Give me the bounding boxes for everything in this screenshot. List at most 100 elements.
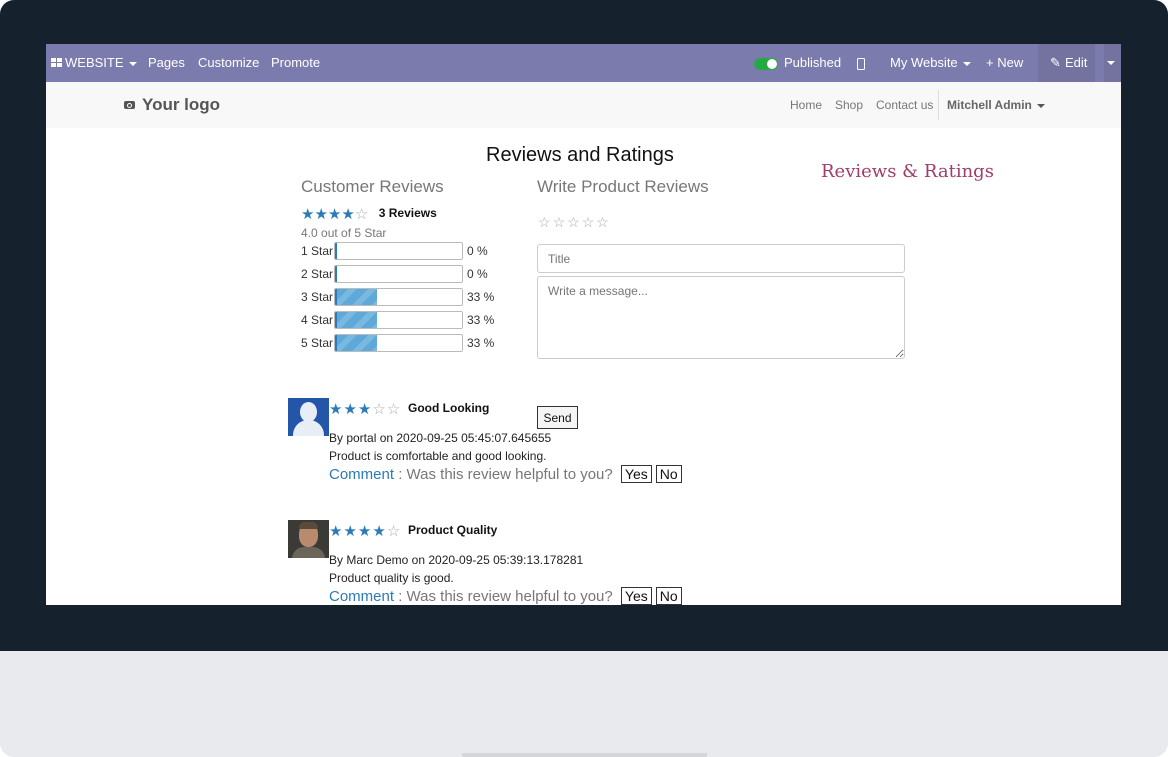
edit-pencil-icon: ✎ bbox=[1050, 55, 1061, 70]
published-label: Published bbox=[784, 55, 842, 70]
user-menu[interactable]: Mitchell Admin bbox=[947, 82, 1045, 128]
star-empty-icon[interactable]: ☆ bbox=[538, 215, 551, 230]
progress-fill bbox=[335, 243, 337, 259]
star-filled-icon: ★ bbox=[314, 206, 328, 223]
star-filled-icon: ★ bbox=[329, 523, 343, 540]
new-button[interactable]: + New bbox=[986, 44, 1023, 82]
logo-text: Your logo bbox=[142, 95, 221, 114]
customize-menu[interactable]: Customize bbox=[198, 44, 259, 82]
site-header: Your logo Home Shop Contact us Mitchell … bbox=[46, 82, 1121, 129]
star-filled-icon: ★ bbox=[357, 523, 372, 540]
avatar-hair bbox=[299, 522, 318, 529]
comment-link[interactable]: Comment bbox=[329, 588, 394, 605]
star-filled-icon: ★ bbox=[357, 401, 372, 418]
stand-shadow bbox=[462, 753, 707, 757]
monitor-stand bbox=[0, 651, 1168, 757]
star-filled-icon: ★ bbox=[301, 206, 315, 223]
reviewer-avatar bbox=[288, 398, 329, 436]
edit-dropdown-button[interactable] bbox=[1104, 44, 1121, 82]
star-empty-icon: ☆ bbox=[372, 401, 386, 418]
website-menu[interactable]: WEBSITE bbox=[51, 44, 137, 82]
my-website-menu[interactable]: My Website bbox=[890, 44, 971, 82]
star-empty-icon[interactable]: ☆ bbox=[596, 215, 609, 230]
nav-home[interactable]: Home bbox=[790, 82, 822, 128]
helpful-question: : Was this review helpful to you? bbox=[398, 588, 613, 605]
review-byline: By portal on 2020-09-25 05:45:07.645655 bbox=[329, 431, 552, 445]
star-filled-icon: ★ bbox=[343, 401, 357, 418]
review-byline: By Marc Demo on 2020-09-25 05:39:13.1782… bbox=[329, 553, 584, 567]
star-filled-icon: ★ bbox=[327, 206, 342, 223]
rating-progress-bar bbox=[334, 288, 463, 306]
website-label: WEBSITE bbox=[65, 55, 124, 70]
toggle-switch-icon bbox=[754, 57, 778, 70]
user-name: Mitchell Admin bbox=[947, 98, 1032, 112]
avatar-body bbox=[293, 420, 324, 436]
admin-bar: WEBSITE Pages Customize Promote Publishe… bbox=[46, 44, 1121, 82]
helpful-no-button[interactable]: No bbox=[655, 465, 682, 483]
customer-reviews-heading: Customer Reviews bbox=[301, 177, 444, 196]
page-title: Reviews and Ratings bbox=[486, 144, 674, 166]
star-level-label: 1 Star bbox=[301, 244, 334, 258]
mobile-preview-button[interactable] bbox=[857, 44, 865, 82]
promote-menu[interactable]: Promote bbox=[271, 44, 320, 82]
my-website-label: My Website bbox=[890, 55, 958, 70]
edit-button[interactable]: ✎ Edit bbox=[1038, 44, 1095, 82]
review-feedback: Comment : Was this review helpful to you… bbox=[329, 587, 682, 605]
comment-link[interactable]: Comment bbox=[329, 466, 394, 483]
rating-percent: 33 % bbox=[467, 290, 495, 304]
star-empty-icon[interactable]: ☆ bbox=[553, 215, 566, 230]
nav-divider bbox=[938, 90, 939, 120]
rating-summary: 4.0 out of 5 Star bbox=[301, 226, 387, 240]
pages-menu[interactable]: Pages bbox=[148, 44, 185, 82]
published-toggle[interactable]: Published bbox=[754, 44, 841, 82]
chevron-down-icon bbox=[1107, 61, 1115, 65]
star-filled-icon: ★ bbox=[341, 206, 355, 223]
avatar-body bbox=[292, 547, 325, 558]
review-body: Product is comfortable and good looking. bbox=[329, 449, 547, 463]
average-rating-stars: ★★★★☆ 3 Reviews bbox=[301, 206, 437, 224]
star-empty-icon[interactable]: ☆ bbox=[582, 215, 595, 230]
rating-percent: 33 % bbox=[467, 313, 495, 327]
chevron-down-icon bbox=[962, 61, 971, 66]
rating-progress-bar bbox=[334, 242, 463, 260]
progress-fill bbox=[335, 312, 377, 328]
star-filled-icon: ★ bbox=[372, 523, 386, 540]
rating-input-stars[interactable]: ☆ ☆ ☆ ☆ ☆ bbox=[538, 214, 609, 232]
star-filled-icon: ★ bbox=[329, 401, 343, 418]
rating-progress-bar bbox=[334, 334, 463, 352]
nav-contact-us[interactable]: Contact us bbox=[876, 82, 933, 128]
rating-percent: 0 % bbox=[467, 267, 488, 281]
page-content: Reviews and Ratings Reviews & Ratings Cu… bbox=[46, 128, 1121, 605]
star-empty-icon: ☆ bbox=[354, 206, 369, 223]
star-level-label: 3 Star bbox=[301, 290, 334, 304]
avatar-head bbox=[300, 402, 317, 422]
review-title: Product Quality bbox=[408, 523, 498, 537]
write-review-heading: Write Product Reviews bbox=[537, 177, 709, 196]
snippet-title: Reviews & Ratings bbox=[821, 161, 994, 182]
review-title: Good Looking bbox=[408, 401, 490, 415]
helpful-no-button[interactable]: No bbox=[655, 587, 682, 605]
review-title-input[interactable] bbox=[537, 244, 905, 273]
star-empty-icon: ☆ bbox=[386, 401, 401, 418]
site-logo[interactable]: Your logo bbox=[124, 82, 220, 128]
review-body: Product quality is good. bbox=[329, 571, 454, 585]
star-empty-icon[interactable]: ☆ bbox=[567, 215, 580, 230]
send-button[interactable]: Send bbox=[537, 406, 578, 429]
rating-progress-bar bbox=[334, 311, 463, 329]
review-count: 3 Reviews bbox=[378, 206, 437, 220]
star-level-label: 4 Star bbox=[301, 313, 334, 327]
helpful-yes-button[interactable]: Yes bbox=[620, 465, 652, 483]
camera-icon bbox=[124, 100, 135, 109]
nav-shop[interactable]: Shop bbox=[835, 82, 863, 128]
chevron-down-icon bbox=[128, 61, 137, 66]
star-level-label: 2 Star bbox=[301, 267, 334, 281]
review-stars: ★★★☆☆ bbox=[329, 401, 401, 419]
apps-grid-icon bbox=[51, 58, 62, 68]
rating-progress-bar bbox=[334, 265, 463, 283]
helpful-yes-button[interactable]: Yes bbox=[620, 587, 652, 605]
star-level-label: 5 Star bbox=[301, 336, 334, 350]
rating-percent: 0 % bbox=[467, 244, 488, 258]
review-message-input[interactable] bbox=[537, 276, 905, 359]
helpful-question: : Was this review helpful to you? bbox=[398, 466, 613, 483]
edit-label: Edit bbox=[1065, 55, 1088, 70]
